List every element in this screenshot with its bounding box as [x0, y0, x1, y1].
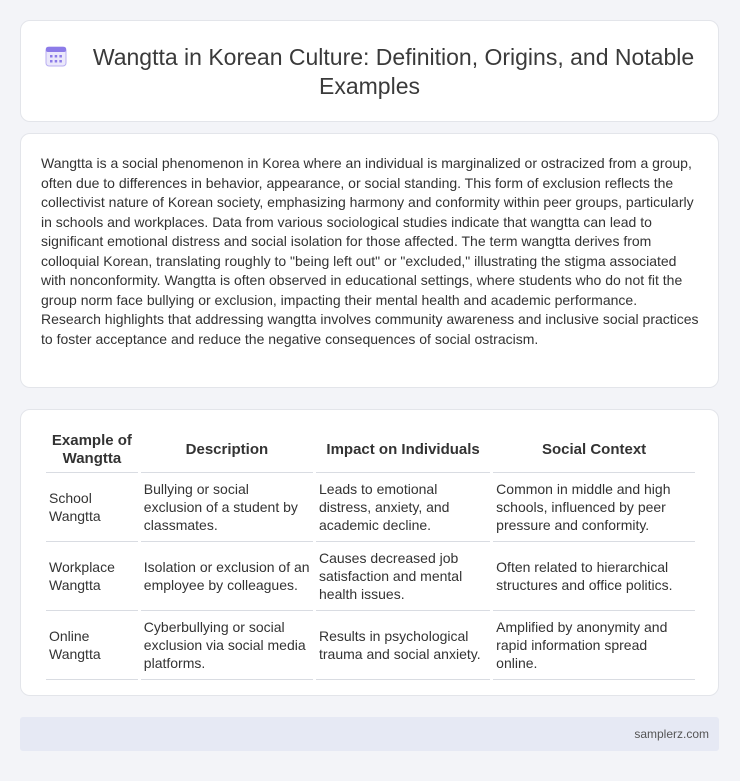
description-text: Wangtta is a social phenomenon in Korea … [41, 155, 699, 347]
table-cell: Isolation or exclusion of an employee by… [140, 542, 313, 611]
table-cell: Often related to hierarchical structures… [493, 542, 695, 611]
column-header: Example of Wangtta [46, 428, 138, 473]
column-header: Impact on Individuals [316, 428, 491, 473]
table-card: Example of Wangtta Description Impact on… [20, 409, 719, 696]
page-title-text: Wangtta in Korean Culture: Definition, O… [92, 44, 695, 99]
calendar-icon [45, 46, 67, 67]
table-cell: Common in middle and high schools, influ… [493, 473, 695, 542]
column-header: Social Context [493, 428, 695, 473]
table-cell: School Wangtta [46, 473, 138, 542]
title-card: Wangtta in Korean Culture: Definition, O… [20, 20, 719, 122]
table-cell: Amplified by anonymity and rapid informa… [493, 611, 695, 680]
footer-site-link[interactable]: samplerz.com [634, 727, 709, 741]
description-card: Wangtta is a social phenomenon in Korea … [20, 133, 719, 388]
table-cell: Online Wangtta [46, 611, 138, 680]
table-cell: Bullying or social exclusion of a studen… [140, 473, 313, 542]
footer: samplerz.com [20, 717, 719, 751]
table-cell: Causes decreased job satisfaction and me… [316, 542, 491, 611]
table-header-row: Example of Wangtta Description Impact on… [46, 428, 695, 473]
table-cell: Cyberbullying or social exclusion via so… [140, 611, 313, 680]
table-cell: Results in psychological trauma and soci… [316, 611, 491, 680]
table-cell: Leads to emotional distress, anxiety, an… [316, 473, 491, 542]
examples-table: Example of Wangtta Description Impact on… [43, 428, 698, 680]
page-title: Wangtta in Korean Culture: Definition, O… [21, 43, 718, 101]
table-row: Online Wangtta Cyberbullying or social e… [46, 611, 695, 680]
table-row: Workplace Wangtta Isolation or exclusion… [46, 542, 695, 611]
column-header: Description [140, 428, 313, 473]
table-cell: Workplace Wangtta [46, 542, 138, 611]
table-row: School Wangtta Bullying or social exclus… [46, 473, 695, 542]
